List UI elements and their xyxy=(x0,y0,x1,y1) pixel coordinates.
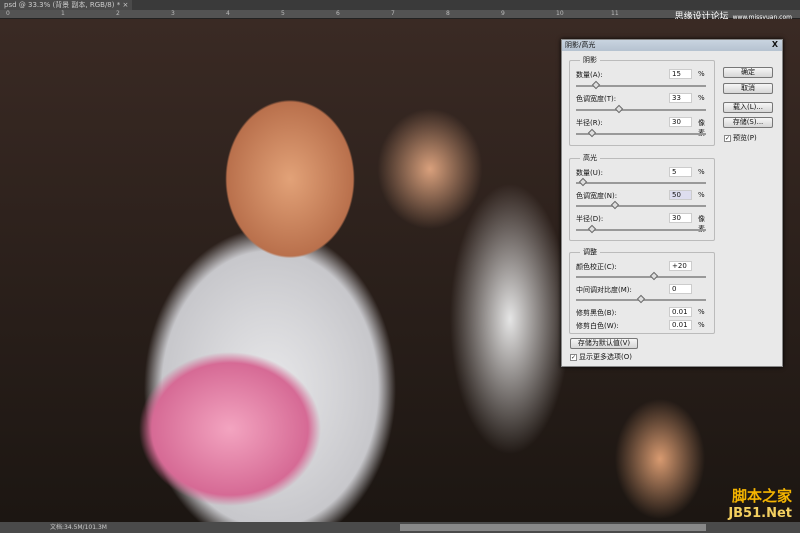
slider-thumb[interactable] xyxy=(578,177,587,187)
ruler-tick: 3 xyxy=(171,10,175,17)
document-tab[interactable]: psd @ 33.3% (背景 副本, RGB/8) * × xyxy=(0,0,133,10)
highlights-tonal-input[interactable]: 50 xyxy=(669,190,692,200)
dialog-title-bar[interactable]: 阴影/高光 xyxy=(562,40,782,51)
ruler-tick: 8 xyxy=(446,10,450,17)
watermark-bottom: 脚本之家 JB51.Net xyxy=(728,485,792,521)
highlights-label: 高光 xyxy=(580,153,600,163)
color-correction-row: 颜色校正(C): +20 xyxy=(576,261,708,271)
adjustments-label: 调整 xyxy=(580,247,600,257)
doc-size: 文档:34.5M/101.3M xyxy=(50,524,107,531)
show-more-options-checkbox[interactable]: ✓ 显示更多选项(O) xyxy=(570,352,632,362)
slider-thumb[interactable] xyxy=(591,80,600,90)
preview-checkbox[interactable]: ✓ 预览(P) xyxy=(724,133,757,143)
ruler-tick: 6 xyxy=(336,10,340,17)
white-clip-input[interactable]: 0.01 xyxy=(669,320,692,330)
ruler-tick: 5 xyxy=(281,10,285,17)
slider-thumb[interactable] xyxy=(587,224,596,234)
shadows-amount-slider[interactable] xyxy=(576,80,706,90)
shadows-tonal-slider[interactable] xyxy=(576,104,706,114)
ruler-tick: 7 xyxy=(391,10,395,17)
highlights-amount-slider[interactable] xyxy=(576,177,706,187)
check-icon: ✓ xyxy=(570,353,577,361)
ruler-tick: 4 xyxy=(226,10,230,17)
slider-thumb[interactable] xyxy=(610,200,620,210)
cancel-button[interactable]: 取消 xyxy=(723,83,773,94)
save-button[interactable]: 存储(S)... xyxy=(723,117,773,128)
horizontal-scrollbar[interactable] xyxy=(400,524,706,531)
midtone-contrast-slider[interactable] xyxy=(576,294,706,304)
shadows-radius-input[interactable]: 30 xyxy=(669,117,692,127)
slider-thumb[interactable] xyxy=(636,294,646,304)
highlights-tonal-row: 色调宽度(N): 50% xyxy=(576,190,705,200)
white-clip-row: 修剪白色(W): 0.01% xyxy=(576,320,705,330)
shadows-tonal-input[interactable]: 33 xyxy=(669,93,692,103)
tab-close-icon[interactable]: × xyxy=(122,1,128,9)
color-correction-input[interactable]: +20 xyxy=(669,261,692,271)
ok-button[interactable]: 确定 xyxy=(723,67,773,78)
ruler-tick: 10 xyxy=(556,10,564,17)
save-default-button[interactable]: 存储为默认值(V) xyxy=(570,338,638,349)
black-clip-row: 修剪黑色(B): 0.01% xyxy=(576,307,705,317)
highlights-radius-slider[interactable] xyxy=(576,224,706,234)
highlights-tonal-slider[interactable] xyxy=(576,200,706,210)
shadows-tonal-row: 色调宽度(T): 33% xyxy=(576,93,705,103)
adjustments-group: 调整 颜色校正(C): +20 中间调对比度(M): 0 修剪黑色(B): 0.01%… xyxy=(569,247,715,334)
shadows-highlights-dialog: 阴影/高光 X 阴影 数量(A): 15% 色调宽度(T): 33% 半径(R): 3… xyxy=(561,39,783,367)
highlights-group: 高光 数量(U):5% 色调宽度(N):50% 半径(D):30像素 xyxy=(569,153,715,241)
load-button[interactable]: 载入(L)... xyxy=(723,102,773,113)
watermark-en: JB51.Net xyxy=(728,506,792,521)
check-icon: ✓ xyxy=(724,134,731,142)
close-button[interactable]: X xyxy=(772,40,778,49)
shadows-label: 阴影 xyxy=(580,55,600,65)
slider-thumb[interactable] xyxy=(587,128,596,138)
midtone-contrast-input[interactable]: 0 xyxy=(669,284,692,294)
highlights-amount-input[interactable]: 5 xyxy=(669,167,692,177)
slider-thumb[interactable] xyxy=(614,104,624,114)
highlights-amount-row: 数量(U): 5% xyxy=(576,167,705,177)
ruler-tick: 1 xyxy=(61,10,65,17)
black-clip-input[interactable]: 0.01 xyxy=(669,307,692,317)
watermark-cn: 脚本之家 xyxy=(731,487,792,505)
dialog-title: 阴影/高光 xyxy=(565,41,596,49)
ruler-tick: 0 xyxy=(6,10,10,17)
shadows-amount-row: 数量(A): 15% xyxy=(576,69,705,79)
shadows-radius-row: 半径(R):30像素 xyxy=(576,117,705,137)
ruler-tick: 11 xyxy=(611,10,619,17)
shadows-radius-slider[interactable] xyxy=(576,128,706,138)
highlights-radius-row: 半径(D):30像素 xyxy=(576,213,705,233)
ruler-tick: 2 xyxy=(116,10,120,17)
shadows-group: 阴影 数量(A):15% 色调宽度(T):33% 半径(R):30像素 xyxy=(569,55,715,146)
ruler-tick: 9 xyxy=(501,10,505,17)
midtone-contrast-row: 中间调对比度(M): 0 xyxy=(576,284,708,294)
slider-thumb[interactable] xyxy=(649,271,659,281)
document-tab-title: psd @ 33.3% (背景 副本, RGB/8) * xyxy=(4,1,121,9)
shadows-amount-input[interactable]: 15 xyxy=(669,69,692,79)
color-correction-slider[interactable] xyxy=(576,271,706,281)
highlights-radius-input[interactable]: 30 xyxy=(669,213,692,223)
